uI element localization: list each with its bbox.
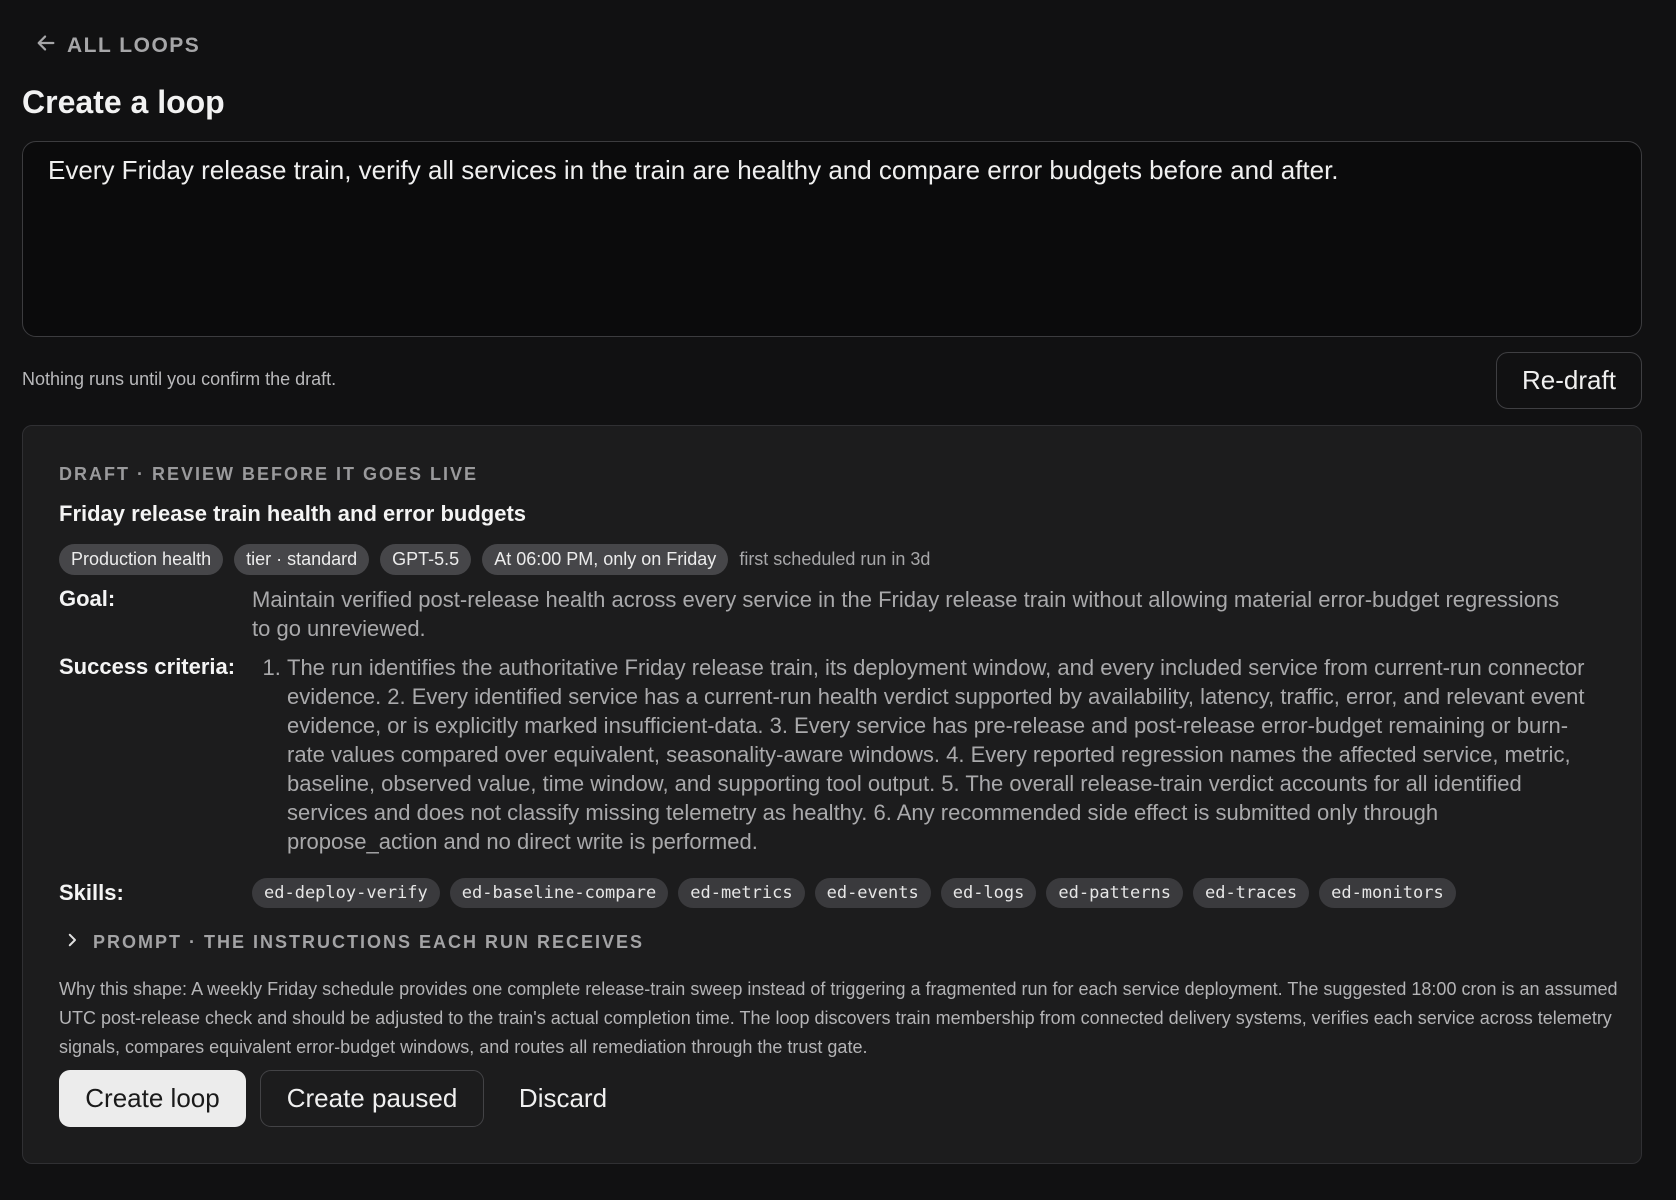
discard-button[interactable]: Discard [498,1070,628,1127]
success-criteria-text: The run identifies the authoritative Fri… [287,653,1592,856]
skill-chip: ed-baseline-compare [449,878,669,908]
draft-actions: Create loop Create paused Discard [59,1070,628,1127]
draft-card: DRAFT · REVIEW BEFORE IT GOES LIVE Frida… [22,425,1642,1164]
back-link[interactable]: ALL LOOPS [35,32,200,60]
arrow-left-icon [35,32,57,60]
first-run-note: first scheduled run in 3d [739,549,931,569]
skill-chip: ed-deploy-verify [252,878,440,908]
redraft-button[interactable]: Re-draft [1496,352,1642,409]
confirm-note: Nothing runs until you confirm the draft… [22,369,337,389]
prompt-expander-label: PROMPT · THE INSTRUCTIONS EACH RUN RECEI… [93,932,645,952]
skill-chip: ed-events [814,878,931,908]
goal-text: Maintain verified post-release health ac… [252,587,1560,641]
chip-tier: tier · standard [234,544,370,575]
chip-model: GPT-5.5 [380,544,472,575]
skill-chip: ed-traces [1192,878,1310,908]
loop-description-input[interactable]: Every Friday release train, verify all s… [22,141,1642,337]
create-loop-page: ALL LOOPS Create a loop Every Friday rel… [0,0,1676,1200]
skill-chip: ed-monitors [1319,878,1456,908]
success-criteria-list: The run identifies the authoritative Fri… [252,653,1592,856]
skill-chip: ed-metrics [678,878,805,908]
draft-chips: Production health tier · standard GPT-5.… [59,544,930,575]
skills-label: Skills: [59,880,124,905]
chip-category: Production health [59,544,224,575]
success-criteria-label: Success criteria: [59,654,236,679]
skill-chip: ed-logs [940,878,1037,908]
back-link-label: ALL LOOPS [67,34,201,57]
chip-schedule: At 06:00 PM, only on Friday [482,544,729,575]
create-loop-button[interactable]: Create loop [59,1070,246,1127]
page-title: Create a loop [22,84,225,120]
prompt-expander[interactable]: PROMPT · THE INSTRUCTIONS EACH RUN RECEI… [63,931,644,954]
create-paused-button[interactable]: Create paused [260,1070,484,1127]
goal-label: Goal: [59,586,116,611]
draft-kicker: DRAFT · REVIEW BEFORE IT GOES LIVE [59,464,479,484]
draft-title: Friday release train health and error bu… [59,501,527,526]
chevron-right-icon [63,931,81,954]
skills-list: ed-deploy-verify ed-baseline-compare ed-… [252,878,1456,908]
why-this-shape-text: Why this shape: A weekly Friday schedule… [59,979,1618,1057]
skill-chip: ed-patterns [1046,878,1183,908]
